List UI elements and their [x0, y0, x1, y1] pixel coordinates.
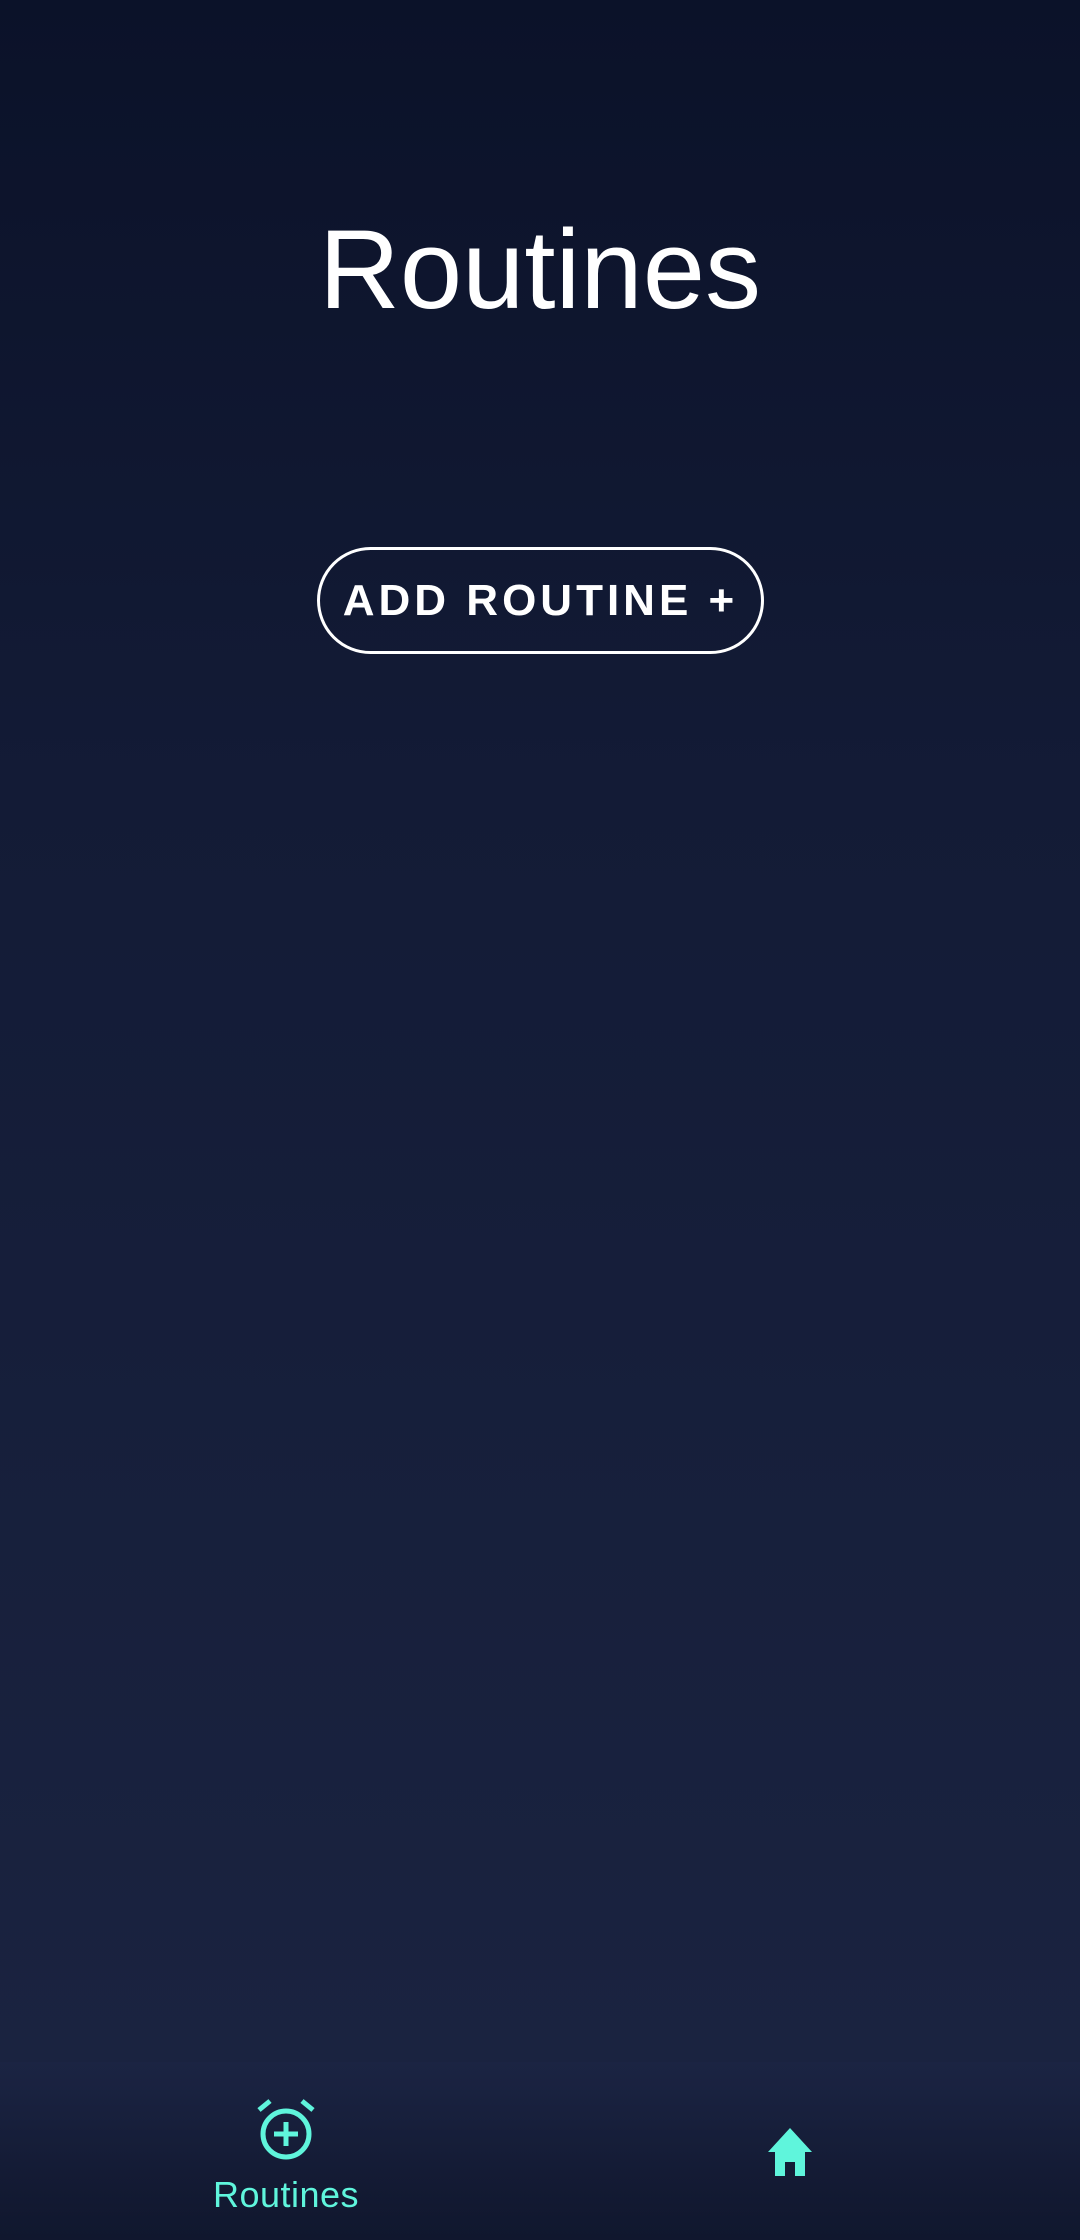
- nav-item-routines-label: Routines: [212, 2174, 360, 2215]
- alarm-add-icon: [257, 2099, 315, 2160]
- add-routine-label: ADD ROUTINE +: [342, 575, 739, 625]
- bottom-navigation-bar: Routines: [0, 2062, 1080, 2240]
- add-routine-button[interactable]: ADD ROUTINE +: [317, 547, 764, 654]
- page-title: Routines: [318, 207, 762, 332]
- nav-item-routines[interactable]: Routines: [0, 2062, 540, 2240]
- nav-item-home[interactable]: [540, 2062, 1080, 2240]
- routines-screen: Routines ADD ROUTINE + Routines: [0, 0, 1080, 2240]
- home-icon: [768, 2128, 812, 2176]
